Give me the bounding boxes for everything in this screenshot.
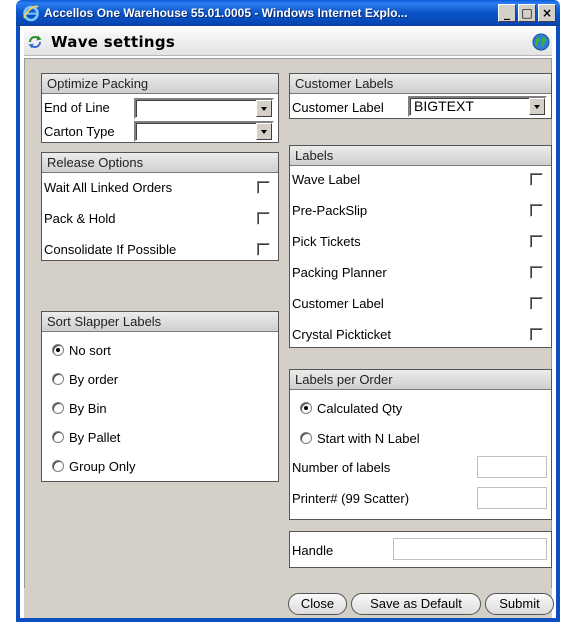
printer-input[interactable] <box>477 487 547 509</box>
close-button[interactable]: Close <box>288 593 347 615</box>
radio-button[interactable] <box>52 344 64 356</box>
label-option-label: Customer Label <box>292 295 384 311</box>
sort-slapper-labels-group: Sort Slapper Labels No sort By order By … <box>41 311 279 482</box>
release-option-label: Pack & Hold <box>44 210 116 226</box>
release-options-group: Release Options Wait All Linked Orders P… <box>41 152 279 261</box>
customer-label-label: Customer Label <box>292 99 384 115</box>
minimize-icon: _ <box>504 6 510 20</box>
maximize-icon: □ <box>521 6 533 20</box>
radio-button[interactable] <box>52 373 64 385</box>
consolidate-if-possible-checkbox[interactable] <box>257 242 270 256</box>
chevron-down-icon[interactable] <box>256 123 272 140</box>
settings-panel: Optimize Packing End of Line Carton Type… <box>24 58 552 616</box>
close-icon: × <box>541 6 553 20</box>
radio-label: No sort <box>69 342 111 358</box>
sort-option-by-order[interactable]: By order <box>42 366 278 392</box>
submit-button[interactable]: Submit <box>485 593 554 615</box>
label-option-row: Customer Label <box>290 290 551 316</box>
radio-label: By order <box>69 371 119 387</box>
radio-button[interactable] <box>52 402 64 414</box>
window-titlebar[interactable]: Accellos One Warehouse 55.01.0005 - Wind… <box>16 0 560 26</box>
customer-label-checkbox[interactable] <box>530 296 543 310</box>
dialog-footer: Close Save as Default Submit <box>24 588 554 618</box>
crystal-pickticket-checkbox[interactable] <box>530 327 543 341</box>
label-option-row: Pre-PackSlip <box>290 197 551 223</box>
labels-per-order-group: Labels per Order Calculated Qty Start wi… <box>289 369 552 520</box>
sort-option-by-pallet[interactable]: By Pallet <box>42 424 278 450</box>
wait-all-linked-orders-checkbox[interactable] <box>257 180 270 194</box>
chevron-down-icon[interactable] <box>529 98 545 115</box>
wave-label-checkbox[interactable] <box>530 172 543 186</box>
end-of-line-label: End of Line <box>44 99 110 115</box>
label-option-row: Pick Tickets <box>290 228 551 254</box>
radio-button[interactable] <box>300 402 312 414</box>
radio-label: Calculated Qty <box>317 400 403 416</box>
refresh-icon[interactable] <box>27 34 43 50</box>
handle-input[interactable] <box>393 538 547 560</box>
label-option-label: Wave Label <box>292 171 361 187</box>
labels-option-start-with-n[interactable]: Start with N Label <box>290 425 551 451</box>
handle-group: Handle <box>289 531 552 568</box>
radio-button[interactable] <box>52 431 64 443</box>
printer-label: Printer# (99 Scatter) <box>292 490 410 506</box>
group-title: Sort Slapper Labels <box>42 312 278 332</box>
group-title: Labels per Order <box>290 370 551 390</box>
close-window-button[interactable]: × <box>538 4 556 22</box>
window-title: Accellos One Warehouse 55.01.0005 - Wind… <box>44 6 408 20</box>
group-title: Customer Labels <box>290 74 551 94</box>
pack-and-hold-checkbox[interactable] <box>257 211 270 225</box>
handle-label: Handle <box>292 542 334 558</box>
sort-option-by-bin[interactable]: By Bin <box>42 395 278 421</box>
group-title: Optimize Packing <box>42 74 278 94</box>
radio-button[interactable] <box>300 432 312 444</box>
labels-option-calculated-qty[interactable]: Calculated Qty <box>290 395 551 421</box>
label-option-row: Crystal Pickticket <box>290 321 551 347</box>
release-option-label: Consolidate If Possible <box>44 241 177 257</box>
customer-labels-group: Customer Labels Customer Label BIGTEXT <box>289 73 552 119</box>
end-of-line-select[interactable] <box>134 98 274 119</box>
release-option-row: Wait All Linked Orders <box>42 174 278 200</box>
group-title: Labels <box>290 146 551 166</box>
label-option-label: Pre-PackSlip <box>292 202 368 218</box>
save-as-default-button[interactable]: Save as Default <box>351 593 481 615</box>
sort-option-group-only[interactable]: Group Only <box>42 453 278 479</box>
pre-packslip-checkbox[interactable] <box>530 203 543 217</box>
radio-label: By Bin <box>69 400 107 416</box>
label-option-label: Crystal Pickticket <box>292 326 391 342</box>
release-option-label: Wait All Linked Orders <box>44 179 173 195</box>
globe-icon[interactable] <box>532 33 550 51</box>
optimize-packing-group: Optimize Packing End of Line Carton Type <box>41 73 279 143</box>
dialog-frame: Wave settings Optimize Packing End of Li… <box>16 26 560 622</box>
release-option-row: Consolidate If Possible <box>42 236 278 262</box>
radio-label: Start with N Label <box>317 430 420 446</box>
carton-type-select[interactable] <box>134 121 274 142</box>
sort-option-no-sort[interactable]: No sort <box>42 337 278 363</box>
radio-button[interactable] <box>52 460 64 472</box>
packing-planner-checkbox[interactable] <box>530 265 543 279</box>
label-option-label: Packing Planner <box>292 264 387 280</box>
radio-label: Group Only <box>69 458 136 474</box>
chevron-down-icon[interactable] <box>256 100 272 117</box>
maximize-button[interactable]: □ <box>518 4 536 22</box>
number-of-labels-label: Number of labels <box>292 459 391 475</box>
customer-label-select[interactable]: BIGTEXT <box>408 96 547 117</box>
dialog-title: Wave settings <box>51 32 176 51</box>
release-option-row: Pack & Hold <box>42 205 278 231</box>
internet-explorer-icon <box>23 5 39 22</box>
label-option-row: Packing Planner <box>290 259 551 285</box>
select-value: BIGTEXT <box>414 98 474 114</box>
number-of-labels-input[interactable] <box>477 456 547 478</box>
label-option-row: Wave Label <box>290 166 551 192</box>
labels-group: Labels Wave Label Pre-PackSlip Pick Tick… <box>289 145 552 348</box>
dialog-header: Wave settings <box>24 28 552 56</box>
label-option-label: Pick Tickets <box>292 233 361 249</box>
pick-tickets-checkbox[interactable] <box>530 234 543 248</box>
carton-type-label: Carton Type <box>44 123 115 139</box>
radio-label: By Pallet <box>69 429 121 445</box>
minimize-button[interactable]: _ <box>498 4 516 22</box>
group-title: Release Options <box>42 153 278 173</box>
